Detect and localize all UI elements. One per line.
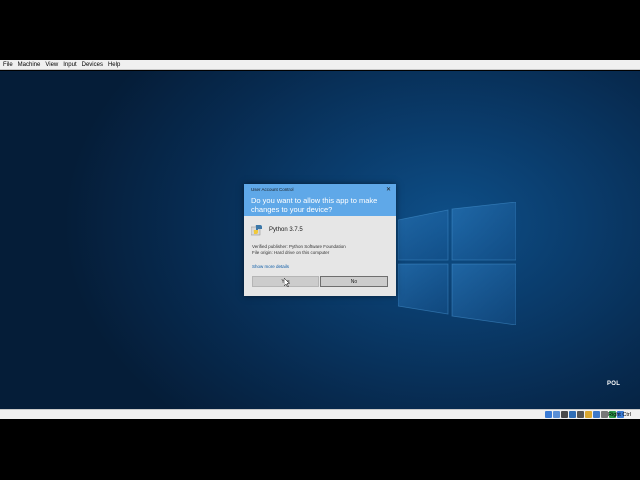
no-button[interactable]: No	[320, 276, 388, 287]
menu-bar: File Machine View Input Devices Help	[0, 60, 640, 70]
optical-drive-icon[interactable]	[553, 411, 560, 418]
windows-logo-icon	[397, 201, 517, 326]
file-origin: File origin: Hard drive on this computer	[252, 250, 330, 255]
mouse-pointer-icon	[284, 278, 290, 287]
uac-dialog: User Account Control ✕ Do you want to al…	[244, 184, 396, 296]
uac-title: User Account Control	[251, 187, 294, 192]
menu-file[interactable]: File	[3, 60, 13, 70]
host-key-label: Right Ctrl	[608, 412, 631, 418]
uac-question: Do you want to allow this app to make ch…	[251, 196, 378, 214]
language-indicator[interactable]: POL	[607, 381, 620, 387]
menu-view[interactable]: View	[45, 60, 58, 70]
app-name: Python 3.7.5	[269, 227, 303, 233]
hard-disk-icon[interactable]	[545, 411, 552, 418]
show-more-details-link[interactable]: Show more details	[252, 264, 289, 269]
python-installer-icon	[251, 225, 262, 236]
menu-devices[interactable]: Devices	[82, 60, 103, 70]
menu-machine[interactable]: Machine	[18, 60, 41, 70]
display-icon[interactable]	[593, 411, 600, 418]
network-icon[interactable]	[569, 411, 576, 418]
menu-input[interactable]: Input	[63, 60, 76, 70]
audio-icon[interactable]	[561, 411, 568, 418]
menu-help[interactable]: Help	[108, 60, 120, 70]
app-row: Python 3.7.5	[251, 224, 303, 236]
recording-icon[interactable]	[601, 411, 608, 418]
status-bar: Right Ctrl	[0, 409, 640, 419]
uac-header: User Account Control ✕ Do you want to al…	[244, 184, 396, 216]
shared-folder-icon[interactable]	[585, 411, 592, 418]
usb-icon[interactable]	[577, 411, 584, 418]
close-icon[interactable]: ✕	[386, 186, 391, 193]
